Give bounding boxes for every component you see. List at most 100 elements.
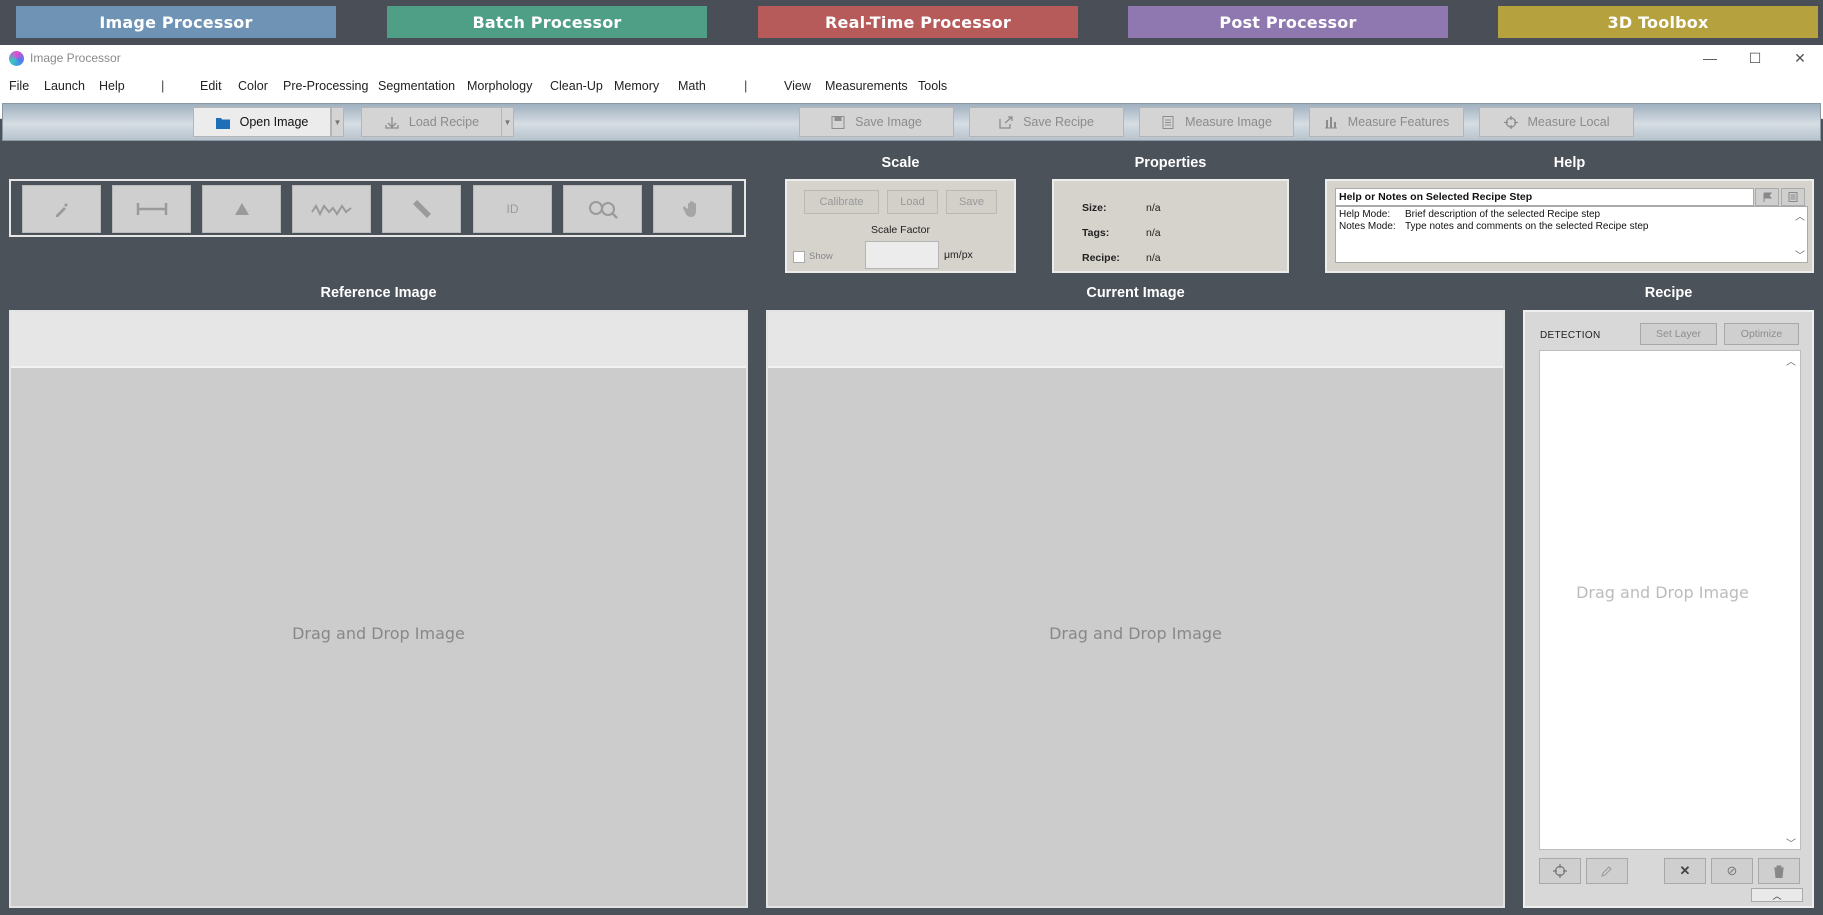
launch-post-processor-button[interactable]: Post Processor bbox=[1128, 6, 1448, 38]
launch-image-processor-button[interactable]: Image Processor bbox=[16, 6, 336, 38]
menu-color[interactable]: Color bbox=[238, 79, 268, 93]
app-logo-icon bbox=[9, 51, 24, 66]
zoom-compare-icon bbox=[588, 201, 618, 219]
freehand-tool[interactable] bbox=[292, 185, 371, 233]
scroll-up-icon[interactable]: ︿ bbox=[1795, 208, 1805, 223]
help-header: Help or Notes on Selected Recipe Step bbox=[1335, 188, 1754, 206]
current-image-header bbox=[768, 312, 1503, 368]
set-layer-button[interactable]: Set Layer bbox=[1640, 323, 1717, 345]
save-image-label: Save Image bbox=[855, 115, 922, 129]
add-step-button[interactable] bbox=[1539, 858, 1581, 884]
notes-mode-text: Type notes and comments on the selected … bbox=[1405, 221, 1649, 232]
help-text-area[interactable]: Help Mode: Brief description of the selec… bbox=[1335, 206, 1808, 263]
crosshair-icon bbox=[1503, 115, 1518, 129]
zoom-compare-tool[interactable] bbox=[563, 185, 642, 233]
scale-title: Scale bbox=[881, 155, 920, 171]
measure-features-button[interactable]: Measure Features bbox=[1309, 107, 1464, 137]
window-titlebar: Image Processor — ☐ ✕ bbox=[0, 45, 1823, 72]
open-image-dropdown[interactable]: ▼ bbox=[331, 107, 344, 137]
collapse-button[interactable]: ︿ bbox=[1751, 888, 1803, 902]
menu-morphology[interactable]: Morphology bbox=[467, 79, 532, 93]
menu-edit[interactable]: Edit bbox=[200, 79, 222, 93]
notes-mode-key: Notes Mode: bbox=[1339, 221, 1396, 232]
scale-panel: Calibrate Load Save Scale Factor μm/px S… bbox=[785, 179, 1016, 273]
show-scale-checkbox[interactable] bbox=[793, 251, 805, 263]
trash-step-button[interactable] bbox=[1758, 858, 1800, 884]
recipe-list[interactable]: Drag and Drop Image ︿ ﹀ bbox=[1539, 350, 1801, 850]
hand-icon bbox=[682, 201, 696, 217]
eyedropper-tool[interactable] bbox=[22, 185, 101, 233]
size-value: n/a bbox=[1146, 202, 1161, 214]
notes-icon bbox=[1788, 192, 1798, 202]
show-scale-label: Show bbox=[809, 251, 833, 262]
document-icon bbox=[1162, 115, 1174, 129]
scale-save-button[interactable]: Save bbox=[946, 190, 997, 214]
recipe-section-label: DETECTION bbox=[1540, 330, 1601, 341]
scale-factor-input[interactable] bbox=[865, 241, 939, 269]
launch-realtime-processor-button[interactable]: Real-Time Processor bbox=[758, 6, 1078, 38]
help-mode-line: Help Mode: Brief description of the selec… bbox=[1339, 209, 1600, 220]
tags-label: Tags: bbox=[1082, 227, 1110, 239]
current-image-title: Current Image bbox=[1086, 285, 1185, 301]
flag-button[interactable] bbox=[1755, 188, 1779, 206]
menu-tools[interactable]: Tools bbox=[918, 79, 947, 93]
crosshair-add-icon bbox=[1553, 864, 1567, 878]
disable-icon: ⊘ bbox=[1726, 863, 1738, 878]
measure-image-button[interactable]: Measure Image bbox=[1139, 107, 1294, 137]
scale-factor-label: Scale Factor bbox=[871, 224, 930, 236]
disable-step-button[interactable]: ⊘ bbox=[1711, 858, 1753, 884]
scroll-down-icon[interactable]: ﹀ bbox=[1795, 247, 1805, 262]
id-tool[interactable]: ID bbox=[473, 185, 552, 233]
angle-tool[interactable] bbox=[202, 185, 281, 233]
pan-tool[interactable] bbox=[653, 185, 732, 233]
reference-image-pane[interactable]: Drag and Drop Image bbox=[9, 310, 748, 908]
menu-cleanup[interactable]: Clean-Up bbox=[550, 79, 603, 93]
menu-preprocessing[interactable]: Pre-Processing bbox=[283, 79, 368, 93]
launch-batch-processor-button[interactable]: Batch Processor bbox=[387, 6, 707, 38]
help-title: Help bbox=[1553, 155, 1586, 171]
menu-math[interactable]: Math bbox=[678, 79, 706, 93]
trash-icon bbox=[1774, 865, 1784, 878]
freehand-wave-icon bbox=[310, 204, 352, 217]
launch-3d-toolbox-button[interactable]: 3D Toolbox bbox=[1498, 6, 1818, 38]
save-recipe-button[interactable]: Save Recipe bbox=[969, 107, 1124, 137]
menu-memory[interactable]: Memory bbox=[614, 79, 659, 93]
menu-view[interactable]: View bbox=[784, 79, 811, 93]
x-icon: ✕ bbox=[1679, 863, 1691, 878]
load-recipe-dropdown[interactable]: ▼ bbox=[501, 107, 514, 137]
pencil-icon bbox=[1601, 866, 1612, 877]
reference-image-header bbox=[11, 312, 746, 368]
properties-title: Properties bbox=[1134, 155, 1207, 171]
save-image-button[interactable]: Save Image bbox=[799, 107, 954, 137]
current-image-pane[interactable]: Drag and Drop Image bbox=[766, 310, 1505, 908]
open-image-button[interactable]: Open Image bbox=[193, 107, 331, 137]
properties-panel: Size: n/a Tags: n/a Recipe: n/a bbox=[1052, 179, 1289, 273]
menu-launch[interactable]: Launch bbox=[44, 79, 85, 93]
delete-step-button[interactable]: ✕ bbox=[1664, 858, 1706, 884]
maximize-icon[interactable]: ☐ bbox=[1745, 49, 1765, 67]
close-icon[interactable]: ✕ bbox=[1790, 49, 1810, 67]
menu-measurements[interactable]: Measurements bbox=[825, 79, 908, 93]
minimize-icon[interactable]: — bbox=[1700, 49, 1720, 67]
current-drop-text: Drag and Drop Image bbox=[1049, 624, 1222, 643]
ruler-icon bbox=[412, 200, 431, 218]
save-recipe-label: Save Recipe bbox=[1023, 115, 1094, 129]
measure-local-button[interactable]: Measure Local bbox=[1479, 107, 1634, 137]
calibrate-button[interactable]: Calibrate bbox=[804, 190, 879, 214]
size-label: Size: bbox=[1082, 202, 1107, 214]
optimize-button[interactable]: Optimize bbox=[1724, 323, 1799, 345]
recipe-scroll-down-icon[interactable]: ﹀ bbox=[1786, 835, 1796, 850]
notes-button[interactable] bbox=[1781, 188, 1805, 206]
recipe-title: Recipe bbox=[1644, 285, 1693, 301]
recipe-scroll-up-icon[interactable]: ︿ bbox=[1786, 353, 1796, 368]
menu-help[interactable]: Help bbox=[99, 79, 125, 93]
load-recipe-button[interactable]: Load Recipe bbox=[361, 107, 503, 137]
ruler-tool[interactable] bbox=[382, 185, 461, 233]
menu-segmentation[interactable]: Segmentation bbox=[378, 79, 455, 93]
scale-load-button[interactable]: Load bbox=[887, 190, 938, 214]
open-image-label: Open Image bbox=[239, 115, 309, 129]
main-toolbar: Open Image ▼ Load Recipe ▼ Save Image Sa… bbox=[2, 103, 1821, 141]
menu-file[interactable]: File bbox=[9, 79, 29, 93]
line-measure-tool[interactable] bbox=[112, 185, 191, 233]
edit-step-button[interactable] bbox=[1586, 858, 1628, 884]
